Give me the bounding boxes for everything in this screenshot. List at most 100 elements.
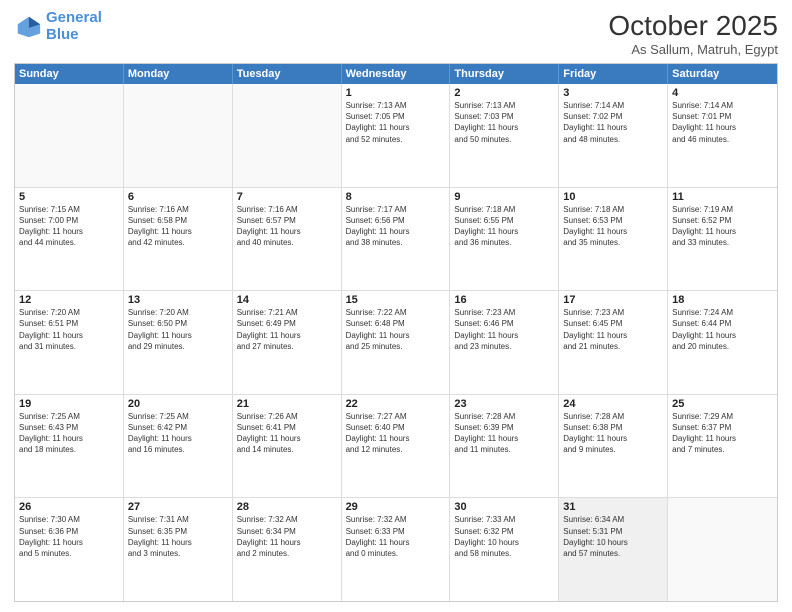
day-number: 11 bbox=[672, 191, 773, 203]
day-detail: Sunrise: 6:34 AM Sunset: 5:31 PM Dayligh… bbox=[563, 514, 663, 559]
day-detail: Sunrise: 7:23 AM Sunset: 6:45 PM Dayligh… bbox=[563, 307, 663, 352]
day-detail: Sunrise: 7:30 AM Sunset: 6:36 PM Dayligh… bbox=[19, 514, 119, 559]
day-number: 23 bbox=[454, 398, 554, 410]
day-cell-19: 19Sunrise: 7:25 AM Sunset: 6:43 PM Dayli… bbox=[15, 395, 124, 498]
day-detail: Sunrise: 7:23 AM Sunset: 6:46 PM Dayligh… bbox=[454, 307, 554, 352]
calendar-row-0: 1Sunrise: 7:13 AM Sunset: 7:05 PM Daylig… bbox=[15, 84, 777, 188]
day-cell-14: 14Sunrise: 7:21 AM Sunset: 6:49 PM Dayli… bbox=[233, 291, 342, 394]
day-detail: Sunrise: 7:28 AM Sunset: 6:38 PM Dayligh… bbox=[563, 411, 663, 456]
page: General Blue October 2025 As Sallum, Mat… bbox=[0, 0, 792, 612]
day-cell-10: 10Sunrise: 7:18 AM Sunset: 6:53 PM Dayli… bbox=[559, 188, 668, 291]
day-number: 3 bbox=[563, 87, 663, 99]
day-cell-27: 27Sunrise: 7:31 AM Sunset: 6:35 PM Dayli… bbox=[124, 498, 233, 601]
day-detail: Sunrise: 7:32 AM Sunset: 6:33 PM Dayligh… bbox=[346, 514, 446, 559]
day-cell-21: 21Sunrise: 7:26 AM Sunset: 6:41 PM Dayli… bbox=[233, 395, 342, 498]
day-detail: Sunrise: 7:29 AM Sunset: 6:37 PM Dayligh… bbox=[672, 411, 773, 456]
title-block: October 2025 As Sallum, Matruh, Egypt bbox=[608, 10, 778, 57]
day-number: 19 bbox=[19, 398, 119, 410]
empty-cell bbox=[124, 84, 233, 187]
day-cell-28: 28Sunrise: 7:32 AM Sunset: 6:34 PM Dayli… bbox=[233, 498, 342, 601]
day-number: 26 bbox=[19, 501, 119, 513]
day-detail: Sunrise: 7:22 AM Sunset: 6:48 PM Dayligh… bbox=[346, 307, 446, 352]
day-cell-25: 25Sunrise: 7:29 AM Sunset: 6:37 PM Dayli… bbox=[668, 395, 777, 498]
day-number: 12 bbox=[19, 294, 119, 306]
day-number: 17 bbox=[563, 294, 663, 306]
day-cell-20: 20Sunrise: 7:25 AM Sunset: 6:42 PM Dayli… bbox=[124, 395, 233, 498]
day-detail: Sunrise: 7:25 AM Sunset: 6:42 PM Dayligh… bbox=[128, 411, 228, 456]
day-detail: Sunrise: 7:17 AM Sunset: 6:56 PM Dayligh… bbox=[346, 204, 446, 249]
empty-cell bbox=[668, 498, 777, 601]
day-cell-16: 16Sunrise: 7:23 AM Sunset: 6:46 PM Dayli… bbox=[450, 291, 559, 394]
header-cell-sunday: Sunday bbox=[15, 64, 124, 84]
day-cell-6: 6Sunrise: 7:16 AM Sunset: 6:58 PM Daylig… bbox=[124, 188, 233, 291]
day-cell-23: 23Sunrise: 7:28 AM Sunset: 6:39 PM Dayli… bbox=[450, 395, 559, 498]
header-cell-thursday: Thursday bbox=[450, 64, 559, 84]
day-detail: Sunrise: 7:18 AM Sunset: 6:53 PM Dayligh… bbox=[563, 204, 663, 249]
day-detail: Sunrise: 7:16 AM Sunset: 6:58 PM Dayligh… bbox=[128, 204, 228, 249]
empty-cell bbox=[233, 84, 342, 187]
day-cell-11: 11Sunrise: 7:19 AM Sunset: 6:52 PM Dayli… bbox=[668, 188, 777, 291]
day-number: 10 bbox=[563, 191, 663, 203]
day-detail: Sunrise: 7:24 AM Sunset: 6:44 PM Dayligh… bbox=[672, 307, 773, 352]
day-cell-2: 2Sunrise: 7:13 AM Sunset: 7:03 PM Daylig… bbox=[450, 84, 559, 187]
day-number: 5 bbox=[19, 191, 119, 203]
day-detail: Sunrise: 7:21 AM Sunset: 6:49 PM Dayligh… bbox=[237, 307, 337, 352]
day-detail: Sunrise: 7:20 AM Sunset: 6:51 PM Dayligh… bbox=[19, 307, 119, 352]
day-number: 22 bbox=[346, 398, 446, 410]
day-detail: Sunrise: 7:26 AM Sunset: 6:41 PM Dayligh… bbox=[237, 411, 337, 456]
logo-line1: General bbox=[46, 9, 102, 26]
day-number: 7 bbox=[237, 191, 337, 203]
month-title: October 2025 bbox=[608, 10, 778, 42]
day-detail: Sunrise: 7:31 AM Sunset: 6:35 PM Dayligh… bbox=[128, 514, 228, 559]
day-cell-26: 26Sunrise: 7:30 AM Sunset: 6:36 PM Dayli… bbox=[15, 498, 124, 601]
day-detail: Sunrise: 7:13 AM Sunset: 7:05 PM Dayligh… bbox=[346, 100, 446, 145]
logo-icon bbox=[14, 13, 42, 41]
day-number: 8 bbox=[346, 191, 446, 203]
day-detail: Sunrise: 7:32 AM Sunset: 6:34 PM Dayligh… bbox=[237, 514, 337, 559]
day-cell-22: 22Sunrise: 7:27 AM Sunset: 6:40 PM Dayli… bbox=[342, 395, 451, 498]
logo-text: General Blue bbox=[46, 10, 102, 43]
day-detail: Sunrise: 7:20 AM Sunset: 6:50 PM Dayligh… bbox=[128, 307, 228, 352]
day-cell-17: 17Sunrise: 7:23 AM Sunset: 6:45 PM Dayli… bbox=[559, 291, 668, 394]
empty-cell bbox=[15, 84, 124, 187]
day-cell-5: 5Sunrise: 7:15 AM Sunset: 7:00 PM Daylig… bbox=[15, 188, 124, 291]
calendar-row-2: 12Sunrise: 7:20 AM Sunset: 6:51 PM Dayli… bbox=[15, 291, 777, 395]
day-detail: Sunrise: 7:28 AM Sunset: 6:39 PM Dayligh… bbox=[454, 411, 554, 456]
header-cell-friday: Friday bbox=[559, 64, 668, 84]
day-number: 25 bbox=[672, 398, 773, 410]
day-cell-31: 31Sunrise: 6:34 AM Sunset: 5:31 PM Dayli… bbox=[559, 498, 668, 601]
day-number: 31 bbox=[563, 501, 663, 513]
day-detail: Sunrise: 7:27 AM Sunset: 6:40 PM Dayligh… bbox=[346, 411, 446, 456]
day-number: 1 bbox=[346, 87, 446, 99]
logo-line2: Blue bbox=[46, 26, 79, 43]
day-cell-7: 7Sunrise: 7:16 AM Sunset: 6:57 PM Daylig… bbox=[233, 188, 342, 291]
day-cell-1: 1Sunrise: 7:13 AM Sunset: 7:05 PM Daylig… bbox=[342, 84, 451, 187]
day-number: 4 bbox=[672, 87, 773, 99]
logo: General Blue bbox=[14, 10, 102, 43]
day-cell-18: 18Sunrise: 7:24 AM Sunset: 6:44 PM Dayli… bbox=[668, 291, 777, 394]
day-number: 15 bbox=[346, 294, 446, 306]
day-cell-3: 3Sunrise: 7:14 AM Sunset: 7:02 PM Daylig… bbox=[559, 84, 668, 187]
day-number: 21 bbox=[237, 398, 337, 410]
day-number: 29 bbox=[346, 501, 446, 513]
day-detail: Sunrise: 7:25 AM Sunset: 6:43 PM Dayligh… bbox=[19, 411, 119, 456]
day-cell-9: 9Sunrise: 7:18 AM Sunset: 6:55 PM Daylig… bbox=[450, 188, 559, 291]
day-number: 20 bbox=[128, 398, 228, 410]
day-number: 18 bbox=[672, 294, 773, 306]
day-cell-30: 30Sunrise: 7:33 AM Sunset: 6:32 PM Dayli… bbox=[450, 498, 559, 601]
day-cell-13: 13Sunrise: 7:20 AM Sunset: 6:50 PM Dayli… bbox=[124, 291, 233, 394]
day-number: 2 bbox=[454, 87, 554, 99]
day-detail: Sunrise: 7:14 AM Sunset: 7:02 PM Dayligh… bbox=[563, 100, 663, 145]
day-number: 9 bbox=[454, 191, 554, 203]
calendar: SundayMondayTuesdayWednesdayThursdayFrid… bbox=[14, 63, 778, 602]
calendar-header: SundayMondayTuesdayWednesdayThursdayFrid… bbox=[15, 64, 777, 84]
location-title: As Sallum, Matruh, Egypt bbox=[608, 42, 778, 57]
day-cell-12: 12Sunrise: 7:20 AM Sunset: 6:51 PM Dayli… bbox=[15, 291, 124, 394]
day-number: 27 bbox=[128, 501, 228, 513]
day-number: 30 bbox=[454, 501, 554, 513]
day-number: 24 bbox=[563, 398, 663, 410]
header-cell-saturday: Saturday bbox=[668, 64, 777, 84]
header: General Blue October 2025 As Sallum, Mat… bbox=[14, 10, 778, 57]
day-detail: Sunrise: 7:15 AM Sunset: 7:00 PM Dayligh… bbox=[19, 204, 119, 249]
day-cell-4: 4Sunrise: 7:14 AM Sunset: 7:01 PM Daylig… bbox=[668, 84, 777, 187]
